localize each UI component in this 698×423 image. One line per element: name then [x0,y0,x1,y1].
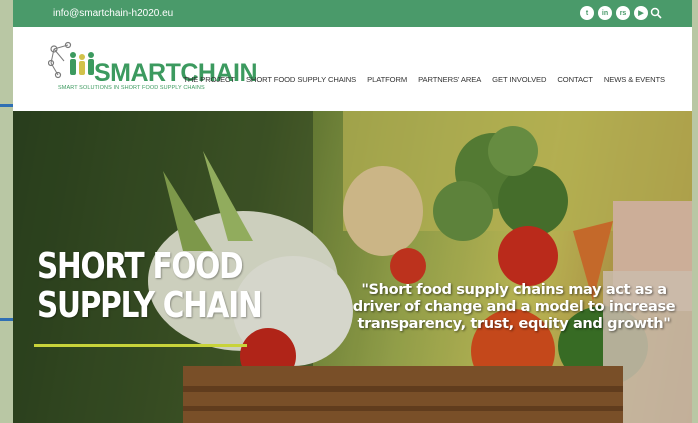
rss-icon[interactable]: rs [616,6,630,20]
social-links: t in rs ▶ [580,6,648,20]
hero-title-underline [34,344,247,347]
hero-banner: SHORT FOOD SUPPLY CHAIN "Short food supp… [13,111,692,423]
left-edge [0,0,13,423]
nav-item-news-events[interactable]: NEWS & EVENTS [604,75,665,84]
nav-item-partners-area[interactable]: PARTNERS' AREA [418,75,481,84]
linkedin-icon[interactable]: in [598,6,612,20]
smartchain-logo[interactable]: SMARTCHAIN SMART SOLUTIONS IN SHORT FOOD… [48,41,258,96]
nav-item-short-food-supply-chains[interactable]: SHORT FOOD SUPPLY CHAINS [246,75,356,84]
nav-item-get-involved[interactable]: GET INVOLVED [492,75,546,84]
hero-title: SHORT FOOD SUPPLY CHAIN [37,246,263,326]
hero-title-line-2: SUPPLY CHAIN [37,285,263,326]
nav-item-platform[interactable]: PLATFORM [367,75,407,84]
nav-item-the-project[interactable]: THE PROJECT [183,75,235,84]
main-navigation: THE PROJECT SHORT FOOD SUPPLY CHAINS PLA… [183,75,665,84]
youtube-icon[interactable]: ▶ [634,6,648,20]
right-edge [692,0,698,423]
site-header: SMARTCHAIN SMART SOLUTIONS IN SHORT FOOD… [13,27,692,111]
hero-quote: "Short food supply chains may act as a d… [352,281,676,332]
nav-item-contact[interactable]: CONTACT [557,75,593,84]
top-bar: info@smartchain-h2020.eu t in rs ▶ [13,0,692,27]
contact-email-link[interactable]: info@smartchain-h2020.eu [53,8,173,19]
logo-tagline: SMART SOLUTIONS IN SHORT FOOD SUPPLY CHA… [58,85,205,91]
twitter-icon[interactable]: t [580,6,594,20]
left-accent-line-top [0,104,14,107]
left-accent-line-bottom [0,318,14,321]
hero-title-line-1: SHORT FOOD [37,246,244,287]
network-people-logo-icon [48,41,94,79]
screenshot-frame: info@smartchain-h2020.eu t in rs ▶ SMART… [0,0,698,423]
search-icon[interactable] [650,7,662,19]
